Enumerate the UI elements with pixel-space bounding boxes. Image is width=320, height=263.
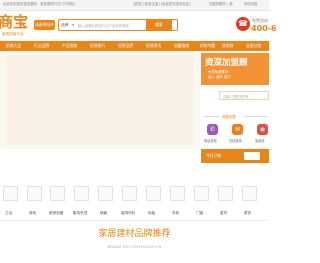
logo-tagline: 家居招商平台 (2, 32, 24, 36)
ceiling-icon[interactable] (74, 186, 89, 201)
search-button[interactable]: 搜索 (146, 19, 172, 31)
top-notice-bar: 欢迎来到招商宝加盟网，家居建材行业门户网站！ [登录] [免费注册] [免费发布… (0, 0, 269, 11)
bathroom-icon[interactable] (3, 186, 18, 201)
side-icon-label: 免费送 (255, 139, 265, 143)
nav-item[interactable]: 招商资讯 (146, 43, 161, 49)
wall-icon[interactable] (98, 186, 113, 201)
section-title: 家居建材品牌推荐 (98, 229, 171, 239)
nav-item[interactable]: 优质品牌 (118, 43, 133, 49)
side-icon-label: 电话咨询 (204, 139, 217, 143)
divider-line (243, 116, 269, 117)
city-select-label: 请选择城市 (35, 22, 54, 27)
header: 商宝 家居招商平台 请选择城市 品牌 ▼ 输入品牌名称或行业产品名称搜索 搜索 … (0, 11, 277, 41)
today-count-box (244, 152, 260, 160)
tile-icon[interactable] (27, 186, 42, 201)
chat-icon[interactable]: ✉ (232, 124, 243, 135)
section-divider (0, 220, 269, 221)
nav-item[interactable]: 行业品牌 (34, 43, 49, 49)
nav-item[interactable]: 招商排行 (90, 43, 105, 49)
welcome-text: 欢迎来到招商宝加盟网，家居建材行业门户网站！ (3, 2, 78, 6)
merchant-service-link[interactable]: 加盟商服务 | 我 (209, 2, 233, 7)
chevron-down-icon[interactable]: ▼ (72, 23, 74, 27)
hotline-number: 400-6 (251, 24, 277, 33)
advisor-banner[interactable]: 资深加盟顾 为您免费推荐 省心 省时 省力 (201, 53, 269, 85)
nav-item[interactable]: 全部分类 (246, 43, 261, 49)
login-register-links[interactable]: [登录] [免费注册] [免费发布招商信息] (133, 2, 191, 7)
floor-icon[interactable] (146, 186, 161, 201)
main-nav: 招商大全 行业品牌 产品招商 招商排行 优质品牌 招商资讯 加盟指南 招商专题 … (0, 41, 269, 51)
nav-item[interactable]: 产品招商 (62, 43, 77, 49)
search-input[interactable]: 输入品牌名称或行业产品名称搜索 (78, 23, 129, 28)
category-label[interactable]: 装饰材料 (121, 211, 135, 216)
main-banner-placeholder[interactable] (6, 55, 194, 145)
camera-icon[interactable]: ◉ (257, 124, 268, 135)
material-icon[interactable] (122, 186, 137, 201)
category-label[interactable]: 更多 (244, 211, 251, 216)
phone-number-input[interactable]: 请输入您的手机号 (219, 91, 269, 100)
category-label[interactable]: 衣柜 (172, 211, 179, 216)
nav-item[interactable]: 经销商 (222, 43, 233, 49)
banner-title: 资深加盟顾 (205, 58, 248, 68)
category-label[interactable]: 地板 (148, 211, 155, 216)
phone-input-placeholder: 请输入您的手机号 (223, 95, 249, 99)
phone-icon: ☎ (236, 17, 250, 31)
site-nav-link[interactable]: 网站导航 (244, 2, 258, 7)
category-label[interactable]: 墙面 (100, 211, 107, 216)
more-icon[interactable] (242, 186, 257, 201)
main-banner-area (0, 51, 200, 149)
category-label[interactable]: 卫浴 (5, 211, 12, 216)
banner-subtitle-2: 省心 省时 省力 (208, 75, 231, 79)
search-button-label: 搜索 (155, 22, 163, 27)
category-label[interactable]: 门窗 (196, 211, 203, 216)
nav-item[interactable]: 招商专题 (200, 43, 215, 49)
curtain-icon[interactable] (218, 186, 233, 201)
door-icon[interactable] (194, 186, 209, 201)
kitchen-icon[interactable] (50, 186, 65, 201)
category-label[interactable]: 厨房电器 (49, 211, 63, 216)
section-subtitle: BRAND RECOMMENDATION (107, 245, 162, 249)
side-icon-label: 在线咨询 (229, 139, 242, 143)
category-label[interactable]: 窗帘 (220, 211, 227, 216)
nav-item[interactable]: 加盟指南 (174, 43, 189, 49)
phone-icon[interactable]: ✆ (207, 124, 218, 135)
search-category-select[interactable]: 品牌 (61, 23, 68, 28)
divider-line (204, 116, 220, 117)
today-applications-text: 今日已有 (206, 153, 222, 158)
wardrobe-icon[interactable] (170, 186, 185, 201)
join-label[interactable]: 我要加盟 (222, 114, 236, 119)
city-select-button[interactable]: 请选择城市 (34, 20, 55, 30)
nav-item[interactable]: 招商大全 (6, 43, 21, 49)
category-label[interactable]: 集成吊顶 (73, 211, 87, 216)
category-label[interactable]: 瓷砖 (29, 211, 36, 216)
site-logo[interactable]: 商宝 (0, 14, 28, 30)
